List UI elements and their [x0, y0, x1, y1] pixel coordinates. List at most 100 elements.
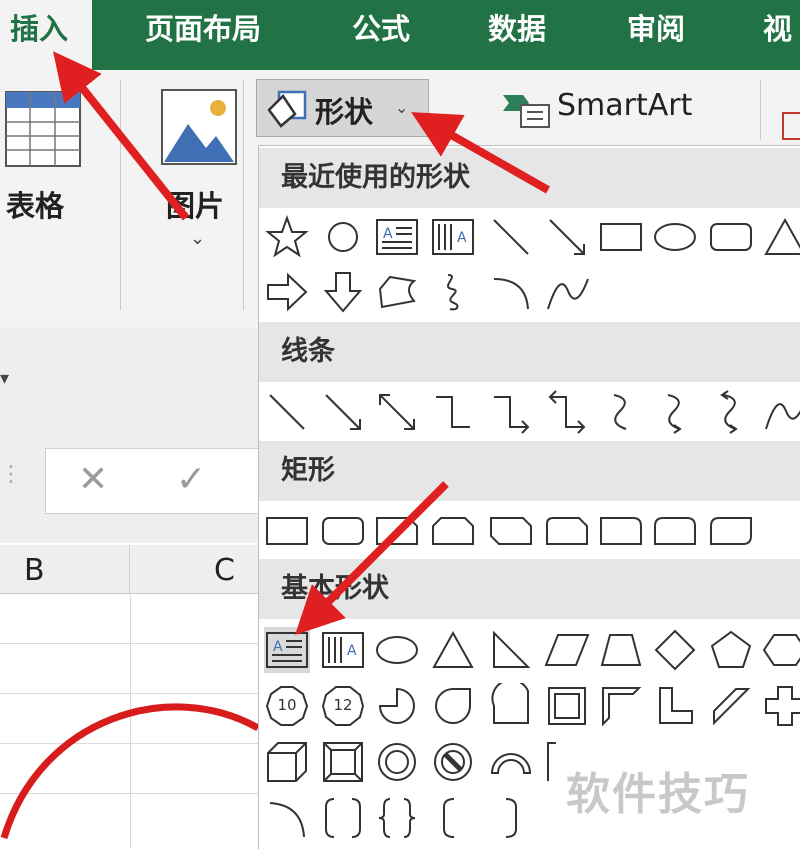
bevel-icon[interactable] — [320, 739, 366, 785]
tab-view[interactable]: 视 — [763, 0, 792, 70]
plus-shape-icon[interactable] — [762, 683, 800, 729]
formula-buttons: ✕ ✓ — [45, 448, 265, 514]
arc-icon[interactable] — [264, 795, 310, 841]
hexagon-icon[interactable] — [762, 627, 800, 673]
dodecagon-number: 12 — [333, 696, 353, 714]
arc-line-icon[interactable] — [488, 269, 534, 315]
l-shape-icon[interactable] — [652, 683, 698, 729]
pie-icon[interactable] — [374, 683, 420, 729]
svg-text:A: A — [347, 643, 357, 659]
curved-connector-icon[interactable] — [598, 389, 644, 435]
text-box-icon[interactable]: A — [374, 214, 420, 260]
curve-icon[interactable] — [544, 269, 590, 315]
grid-line — [0, 593, 258, 594]
tab-review[interactable]: 审阅 — [627, 0, 685, 70]
text-box-icon[interactable]: A — [264, 627, 310, 673]
chord-shape-icon[interactable] — [488, 683, 534, 729]
trapezoid-icon[interactable] — [598, 627, 644, 673]
snip-diagonal-rectangle-icon[interactable] — [488, 508, 534, 554]
snip-corner-rectangle-icon[interactable] — [374, 508, 420, 554]
drawn-circle-shape[interactable] — [0, 688, 258, 848]
shapes-button[interactable]: 形状 ⌄ — [256, 79, 429, 137]
tab-formulas[interactable]: 公式 — [352, 0, 410, 70]
elbow-connector-icon[interactable] — [430, 389, 476, 435]
tab-page-layout[interactable]: 页面布局 — [145, 0, 261, 70]
rectangle-icon[interactable] — [598, 214, 644, 260]
cancel-icon[interactable]: ✕ — [78, 459, 108, 500]
curve-icon[interactable] — [762, 389, 800, 435]
round-single-corner-rectangle-icon[interactable] — [598, 508, 644, 554]
elbow-double-arrow-connector-icon[interactable] — [544, 389, 590, 435]
column-header-b[interactable]: B — [0, 545, 130, 593]
down-arrow-icon[interactable] — [320, 269, 366, 315]
donut-icon[interactable] — [374, 739, 420, 785]
left-bracket-icon[interactable] — [430, 795, 476, 841]
pentagon-icon[interactable] — [708, 627, 754, 673]
parallelogram-icon[interactable] — [544, 627, 590, 673]
round-same-side-rectangle-icon[interactable] — [652, 508, 698, 554]
picture-button[interactable]: 图片 ⌄ — [160, 88, 240, 258]
rounded-rectangle-icon[interactable] — [320, 508, 366, 554]
svg-text:A: A — [383, 226, 393, 242]
arrow-line-icon[interactable] — [544, 214, 590, 260]
elbow-arrow-connector-icon[interactable] — [488, 389, 534, 435]
decagon-icon[interactable]: 10 — [264, 683, 310, 729]
svg-text:A: A — [273, 639, 283, 655]
shapes-icon — [267, 90, 307, 128]
arrow-line-icon[interactable] — [320, 389, 366, 435]
shapes-label: 形状 — [315, 95, 374, 129]
right-arrow-icon[interactable] — [264, 269, 310, 315]
rounded-rectangle-icon[interactable] — [708, 214, 754, 260]
triangle-icon[interactable] — [430, 627, 476, 673]
teardrop-icon[interactable] — [430, 683, 476, 729]
vertical-text-box-icon[interactable]: A — [430, 214, 476, 260]
vertical-text-box-icon[interactable]: A — [320, 627, 366, 673]
rectangle-icon[interactable] — [264, 508, 310, 554]
section-recent-shapes: 最近使用的形状 — [259, 148, 800, 208]
curved-double-arrow-connector-icon[interactable] — [708, 389, 754, 435]
line-icon[interactable] — [264, 389, 310, 435]
right-bracket-icon[interactable] — [488, 795, 534, 841]
no-symbol-icon[interactable] — [430, 739, 476, 785]
dodecagon-icon[interactable]: 12 — [320, 683, 366, 729]
smartart-label: SmartArt — [557, 88, 693, 123]
tab-data[interactable]: 数据 — [488, 0, 546, 70]
curved-arrow-connector-icon[interactable] — [652, 389, 698, 435]
oval-icon[interactable] — [652, 214, 698, 260]
snip-same-side-rectangle-icon[interactable] — [430, 508, 476, 554]
table-button[interactable]: 表格 — [0, 88, 90, 228]
snip-round-rectangle-icon[interactable] — [544, 508, 590, 554]
scribble-icon[interactable] — [430, 269, 476, 315]
oval-icon[interactable] — [374, 627, 420, 673]
watermark-text: 软件技巧 — [566, 769, 750, 820]
freeform-shape-icon[interactable] — [374, 269, 420, 315]
confirm-icon[interactable]: ✓ — [176, 459, 206, 500]
frame-icon[interactable] — [544, 683, 590, 729]
collapse-icon: ▾ — [0, 368, 10, 389]
half-frame-icon[interactable] — [598, 683, 644, 729]
right-triangle-icon[interactable] — [488, 627, 534, 673]
picture-label: 图片 — [166, 189, 225, 223]
section-basic-shapes: 基本形状 — [259, 559, 800, 619]
diamond-icon[interactable] — [652, 627, 698, 673]
double-brace-icon[interactable] — [374, 795, 420, 841]
grid-line — [0, 643, 258, 644]
star-icon[interactable] — [264, 214, 310, 260]
picture-icon — [161, 89, 237, 165]
table-icon — [5, 91, 81, 167]
double-bracket-icon[interactable] — [320, 795, 366, 841]
triangle-icon[interactable] — [762, 214, 800, 260]
tab-insert[interactable]: 插入 — [0, 0, 92, 70]
ribbon-tab-bar: 插入 页面布局 公式 数据 审阅 视 — [0, 0, 800, 70]
circle-shape-icon[interactable] — [320, 214, 366, 260]
double-arrow-line-icon[interactable] — [374, 389, 420, 435]
section-lines: 线条 — [259, 322, 800, 382]
cube-icon[interactable] — [264, 739, 310, 785]
line-icon[interactable] — [488, 214, 534, 260]
chevron-down-icon: ⌄ — [395, 98, 409, 117]
diagonal-stripe-icon[interactable] — [708, 683, 754, 729]
round-diagonal-rectangle-icon[interactable] — [708, 508, 754, 554]
column-header-c[interactable]: C — [130, 545, 258, 593]
block-arc-icon[interactable] — [488, 739, 534, 785]
section-rectangles: 矩形 — [259, 441, 800, 501]
